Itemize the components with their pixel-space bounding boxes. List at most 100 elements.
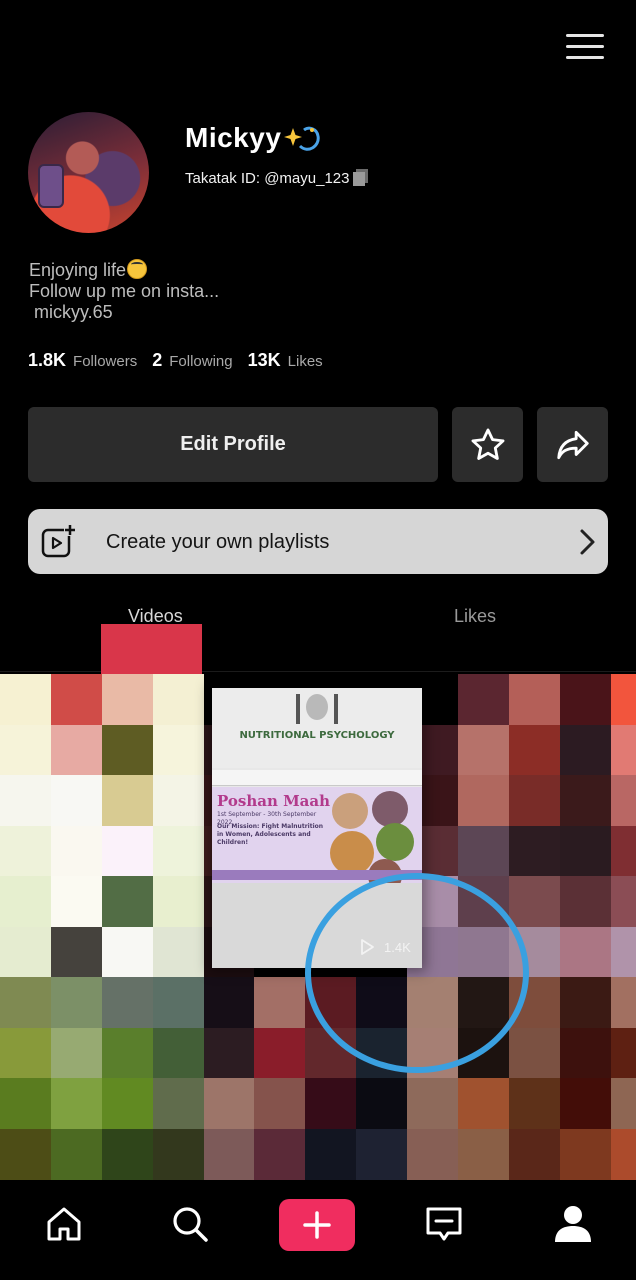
pixelated-block [102,927,154,979]
pixelated-block [153,927,205,979]
pixelated-block [254,1078,306,1130]
pixelated-block [51,674,103,726]
pixelated-block [509,725,561,777]
pixelated-block [356,1078,408,1130]
pixelated-block [102,876,154,928]
pixelated-block [153,826,205,878]
pixelated-block [0,1028,52,1080]
pixelated-block [611,1028,636,1080]
pixelated-block [611,674,636,726]
pixelated-block [560,775,612,827]
pixelated-block [153,977,205,1029]
pixelated-block [611,927,636,979]
avatar[interactable] [28,112,149,233]
pixelated-block [458,1129,510,1181]
pixelated-block [611,775,636,827]
pixelated-block [102,826,154,878]
takatak-id: Takatak ID: @mayu_123 [185,170,350,187]
pixelated-block [254,1028,306,1080]
favorite-button[interactable] [452,407,523,482]
bio-line-2: Follow up me on insta... [29,281,220,301]
hamburger-menu-icon[interactable] [566,34,604,60]
pixelated-block [153,1078,205,1130]
pixelated-block [101,624,202,674]
pixelated-block [611,725,636,777]
pixelated-block [611,1078,636,1130]
pixelated-block [153,725,205,777]
playlist-add-icon [41,524,76,558]
profile-username: Mickyy [185,122,282,153]
pixelated-block [458,1078,510,1130]
pixelated-block [560,1078,612,1130]
fork-icon [296,694,300,724]
pixelated-block [102,1028,154,1080]
pixelated-block [560,927,612,979]
pixelated-block [102,1078,154,1130]
create-playlist-label: Create your own playlists [106,531,330,553]
bio-line-1: Enjoying life [29,260,127,280]
pixelated-block [51,876,103,928]
pixelated-block [51,826,103,878]
pixelated-block [560,876,612,928]
pixelated-block [560,1028,612,1080]
pixelated-block [204,977,256,1029]
thumbnail-logo-band [212,770,422,786]
profile-stats: 1.8K Followers 2 Following 13K Likes [28,350,338,371]
pixelated-block [509,1129,561,1181]
pixelated-block [204,1078,256,1130]
pixelated-block [0,977,52,1029]
following-count[interactable]: 2 [152,350,162,371]
following-label[interactable]: Following [169,353,232,370]
pixelated-block [560,977,612,1029]
home-icon[interactable] [44,1204,84,1244]
create-plus-button[interactable] [279,1199,355,1251]
pixelated-block [458,725,510,777]
pixelated-block [153,1028,205,1080]
pixelated-block [509,674,561,726]
pixelated-block [254,1129,306,1181]
pixelated-block [560,826,612,878]
sparkle-emoji-icon [284,126,320,151]
pixelated-block [509,826,561,878]
pixelated-block [102,977,154,1029]
thumbnail-mission: Our Mission: Fight Malnutrition in Women… [217,823,324,846]
followers-label[interactable]: Followers [73,353,137,370]
share-profile-button[interactable] [537,407,608,482]
pixelated-block [0,725,52,777]
pixelated-block [509,876,561,928]
likes-label: Likes [287,353,323,370]
pixelated-block [204,1028,256,1080]
profile-icon[interactable] [553,1204,593,1244]
pixelated-block [102,775,154,827]
pixelated-block [0,927,52,979]
annotation-circle [305,873,529,1073]
thumbnail-heading: NUTRITIONAL PSYCHOLOGY [239,730,395,741]
pixelated-block [356,1129,408,1181]
pixelated-block [611,1129,636,1181]
chevron-right-icon [580,529,595,555]
pixelated-block [254,977,306,1029]
pixelated-block [305,1078,357,1130]
copy-icon[interactable] [352,169,370,186]
pixelated-block [51,725,103,777]
star-icon [471,428,504,460]
pixelated-block [51,977,103,1029]
pixelated-block [0,1129,52,1181]
pixelated-block [153,775,205,827]
pixelated-block [509,1078,561,1130]
bio-line-3: mickyy.65 [29,302,113,322]
edit-profile-button[interactable]: Edit Profile [28,407,438,482]
create-playlist-button[interactable]: Create your own playlists [28,509,608,574]
pixelated-block [305,1129,357,1181]
create-plus-icon [303,1211,331,1239]
followers-count[interactable]: 1.8K [28,350,66,371]
pixelated-block [407,1078,459,1130]
pixelated-block [509,1028,561,1080]
search-icon[interactable] [170,1204,210,1244]
pixelated-block [51,927,103,979]
pixelated-block [560,725,612,777]
pixelated-block [0,775,52,827]
pixelated-block [0,1078,52,1130]
inbox-message-icon[interactable] [424,1204,464,1244]
knife-icon [334,694,338,724]
